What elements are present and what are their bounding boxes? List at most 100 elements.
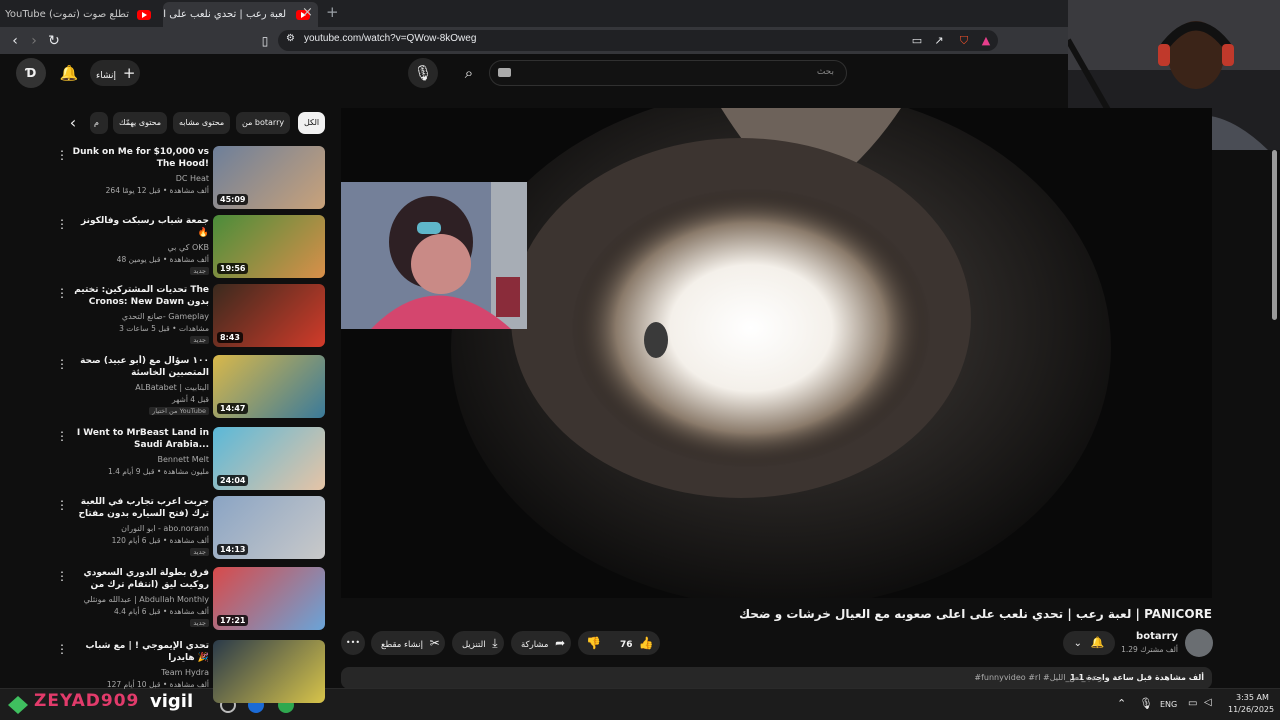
search-input[interactable]: بحث xyxy=(489,60,847,86)
video-menu-icon[interactable]: ⋮ xyxy=(56,569,68,583)
video-channel[interactable]: صانع التحدي- Gameplay xyxy=(122,312,209,321)
browser-tab[interactable]: تطلع صوت (تموت) PANICORE - YouTube xyxy=(4,2,159,27)
chip[interactable]: محتوى يهمّك xyxy=(113,112,168,134)
tray-chevron-icon[interactable]: ⌃ xyxy=(1117,697,1126,710)
create-button[interactable]: إنشاء + xyxy=(90,60,140,86)
volume-icon[interactable]: ◁ xyxy=(1204,697,1212,708)
video-title[interactable]: جمعة شباب رسبكت وفالكونز 🔥 xyxy=(68,215,209,239)
new-tab-button[interactable]: + xyxy=(326,3,339,21)
video-meta: 127 ألف مشاهدة • قبل 10 أيام xyxy=(106,680,209,689)
subscribe-bell-button[interactable]: ⌄ 🔔 xyxy=(1063,631,1115,655)
video-channel[interactable]: Team Hydra xyxy=(161,668,209,677)
video-menu-icon[interactable]: ⋮ xyxy=(56,357,68,371)
share-page-icon[interactable]: ↗ xyxy=(930,32,948,50)
video-title[interactable]: I Went to MrBeast Land in Saudi Arabia..… xyxy=(68,427,209,451)
sidebar-video-item[interactable]: ⋮ 14:13 جربت اعرب تجارب في اللعبة ترك (فتح… xyxy=(56,496,328,562)
dislike-button[interactable]: 👎 xyxy=(586,631,601,655)
chevron-down-icon: ⌄ xyxy=(1073,638,1082,649)
bookmark-icon[interactable]: ▯ xyxy=(256,32,274,50)
page-scrollbar[interactable] xyxy=(1272,150,1277,320)
download-button[interactable]: التنزيل ⤓ xyxy=(452,631,504,655)
video-thumbnail[interactable]: 24:04 xyxy=(213,427,325,490)
back-arrow-icon[interactable]: ‹ xyxy=(6,32,24,50)
sidebar-video-item[interactable]: ⋮ 17:21 فرق بطولة الدوري السعودي روكيت ليق… xyxy=(56,567,328,633)
video-channel[interactable]: Bennett Melt xyxy=(158,455,209,464)
chip[interactable]: م xyxy=(90,112,108,134)
browser-tab-active[interactable]: لعبة رعب | تحدي نلعب على اعلى صعوبه xyxy=(163,2,318,27)
network-icon[interactable]: ▭ xyxy=(1188,698,1197,709)
chips-prev-button[interactable]: ‹ xyxy=(62,112,84,134)
video-channel[interactable]: كي بي OKB xyxy=(168,243,210,252)
language-indicator[interactable]: ENG xyxy=(1160,700,1177,709)
notifications-bell-icon[interactable]: 🔔 xyxy=(54,58,84,88)
video-menu-icon[interactable]: ⋮ xyxy=(56,429,68,443)
video-title[interactable]: فرق بطولة الدوري السعودي روكيت ليق (انتق… xyxy=(68,567,209,591)
video-thumbnail[interactable]: 8:43 xyxy=(213,284,325,347)
keyboard-icon[interactable] xyxy=(498,68,511,77)
sidebar-video-item[interactable]: ⋮ 8:43 تحديات المشتركين: تختيم The Cronos:… xyxy=(56,284,328,350)
sidebar-video-item[interactable]: ⋮ 14:47 ١٠٠ سؤال مع (أبو عبيد) صحة المتصبي… xyxy=(56,355,328,421)
video-menu-icon[interactable]: ⋮ xyxy=(56,148,68,162)
chip[interactable]: محتوى مشابه xyxy=(173,112,231,134)
share-button[interactable]: مشاركة ➦ xyxy=(511,631,571,655)
video-thumbnail[interactable]: 14:13 xyxy=(213,496,325,559)
video-channel[interactable]: ابو النوران - abo.norann xyxy=(121,524,209,533)
description-box[interactable]: 1.1 ألف مشاهدة قبل ساعة واحدة #funnyvide… xyxy=(341,667,1212,689)
close-tab-icon[interactable]: × xyxy=(302,5,313,20)
like-count: 76 xyxy=(620,640,633,650)
like-button[interactable]: 76 👍 xyxy=(620,631,654,655)
video-thumbnail[interactable] xyxy=(213,640,325,703)
player-facecam-overlay xyxy=(341,182,527,329)
video-title[interactable]: تحديات المشتركين: تختيم The Cronos: New … xyxy=(68,284,209,308)
reload-icon[interactable]: ↻ xyxy=(45,32,63,50)
sidebar-video-item[interactable]: ⋮ تحدي الإيموجي ! | مع شباب هايدرا 🎉 Team … xyxy=(56,640,328,706)
chip-active[interactable]: الكل xyxy=(298,112,326,134)
video-menu-icon[interactable]: ⋮ xyxy=(56,498,68,512)
tab-title: تطلع صوت (تموت) PANICORE - YouTube xyxy=(4,9,129,20)
video-thumbnail[interactable]: 14:47 xyxy=(213,355,325,418)
sidebar-video-item[interactable]: ⋮ 19:56 جمعة شباب رسبكت وفالكونز 🔥 كي بي OK… xyxy=(56,215,328,281)
start-menu-icon[interactable] xyxy=(8,696,28,714)
create-label: إنشاء xyxy=(96,71,117,81)
brave-rewards-icon[interactable]: ▲ xyxy=(977,32,995,50)
video-menu-icon[interactable]: ⋮ xyxy=(56,217,68,231)
hashtags[interactable]: #funnyvideo #rl #رعب_تص_الليل xyxy=(974,673,1102,682)
video-thumbnail[interactable]: 45:09 xyxy=(213,146,325,209)
sidebar-video-item[interactable]: ⋮ 45:09 Dunk on Me for $10,000 vs The Hood… xyxy=(56,146,328,212)
video-title[interactable]: ١٠٠ سؤال مع (أبو عبيد) صحة المتصبين الخا… xyxy=(68,355,209,379)
voice-search-icon[interactable]: 🎙 xyxy=(408,58,438,88)
channel-name[interactable]: botarry xyxy=(1136,631,1178,642)
video-badge: من اختيار YouTube xyxy=(149,407,209,415)
microphone-tray-icon[interactable]: 🎙 xyxy=(1139,697,1153,710)
video-thumbnail[interactable]: 19:56 xyxy=(213,215,325,278)
channel-avatar[interactable] xyxy=(1185,629,1213,657)
clip-label: إنشاء مقطع xyxy=(381,640,423,650)
cast-icon[interactable]: ▭ xyxy=(908,32,926,50)
video-duration: 17:21 xyxy=(217,615,249,626)
video-thumbnail[interactable]: 17:21 xyxy=(213,567,325,630)
chip[interactable]: من botarry xyxy=(236,112,291,134)
video-channel[interactable]: ALBatabet | البتابيت xyxy=(135,383,209,392)
video-channel[interactable]: DC Heat xyxy=(176,174,209,183)
video-menu-icon[interactable]: ⋮ xyxy=(56,642,68,656)
video-menu-icon[interactable]: ⋮ xyxy=(56,286,68,300)
brave-shield-icon[interactable]: ⛉ xyxy=(955,32,973,50)
video-title[interactable]: Dunk on Me for $10,000 vs The Hood! xyxy=(68,146,209,170)
search-icon[interactable]: ⌕ xyxy=(454,58,484,88)
video-meta: قبل 4 أشهر xyxy=(171,395,209,404)
video-title[interactable]: جربت اعرب تجارب في اللعبة ترك (فتح السيا… xyxy=(68,496,209,520)
sidebar-video-item[interactable]: ⋮ 24:04 I Went to MrBeast Land in Saudi Ar… xyxy=(56,427,328,493)
clock-date[interactable]: 11/26/2025 xyxy=(1228,705,1274,714)
more-actions-button[interactable]: ••• xyxy=(341,631,365,655)
video-channel[interactable]: عبدالله مونثلي | Abdullah Monthly xyxy=(84,595,209,604)
video-duration: 8:43 xyxy=(217,332,243,343)
video-badge: جديد xyxy=(190,619,209,627)
clock-time[interactable]: 3:35 AM xyxy=(1236,693,1269,702)
address-bar[interactable]: ⚙ youtube.com/watch?v=QWow-8kOweg xyxy=(278,30,998,51)
site-info-icon[interactable]: ⚙ xyxy=(286,33,295,44)
video-badge: جديد xyxy=(190,267,209,275)
clip-button[interactable]: إنشاء مقطع ✂ xyxy=(371,631,445,655)
account-avatar[interactable]: Ɗ xyxy=(16,58,46,88)
video-title[interactable]: تحدي الإيموجي ! | مع شباب هايدرا 🎉 xyxy=(68,640,209,664)
forward-arrow-icon[interactable]: › xyxy=(25,32,43,50)
